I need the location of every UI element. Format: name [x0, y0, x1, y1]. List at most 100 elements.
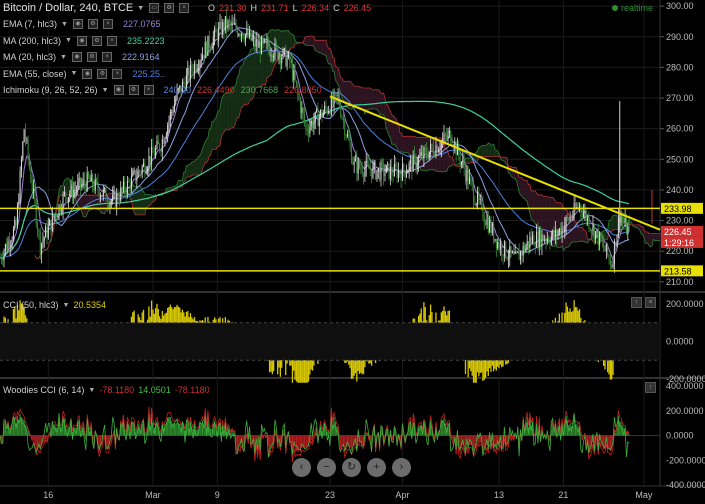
candle-body: [529, 237, 531, 247]
candle-body: [530, 237, 532, 242]
candle: [592, 215, 594, 236]
close-pane-icon[interactable]: ×: [645, 297, 656, 308]
candle-body: [100, 196, 102, 198]
move-pane-up-icon[interactable]: ↑: [631, 297, 642, 308]
cloud-segment: [222, 94, 225, 134]
candle-body: [39, 230, 41, 255]
candle-body: [605, 244, 607, 252]
eye-icon[interactable]: ◉: [72, 19, 83, 29]
move-pane-up-icon[interactable]: ↑: [645, 382, 656, 393]
candle: [432, 139, 434, 157]
candle: [530, 228, 532, 245]
cloud-segment: [181, 180, 183, 188]
cloud-segment: [142, 191, 144, 215]
woodies-value-3: -78.1180: [174, 385, 210, 395]
dropdown-caret-icon[interactable]: ▼: [60, 54, 67, 61]
cloud-segment: [380, 93, 383, 115]
close-icon[interactable]: ×: [106, 35, 117, 46]
chevron-right-icon[interactable]: ›: [392, 458, 411, 477]
cloud-segment: [657, 233, 659, 241]
plus-icon[interactable]: +: [367, 458, 386, 477]
candle-body: [387, 163, 389, 166]
candle-body: [585, 210, 587, 221]
candle-body: [208, 35, 210, 48]
candle-body: [51, 214, 53, 231]
candle: [285, 44, 287, 68]
time-tick-label: 13: [494, 490, 504, 500]
candle: [487, 210, 489, 235]
candle: [510, 246, 512, 258]
candle: [140, 169, 142, 178]
close-icon[interactable]: ×: [143, 85, 154, 95]
settings-icon[interactable]: ⚙: [164, 3, 175, 13]
dropdown-caret-icon[interactable]: ▼: [137, 5, 144, 12]
dropdown-caret-icon[interactable]: ▼: [65, 37, 72, 44]
indicator-row[interactable]: MA (20, hlc3) ▼ ◉ ⚙ × 222.9164: [3, 52, 160, 62]
candle: [58, 203, 60, 221]
candle-body: [589, 228, 591, 230]
compare-icon[interactable]: ▭: [149, 3, 160, 13]
cci-name[interactable]: CCI (50, hlc3): [3, 300, 59, 310]
indicator-name[interactable]: EMA (7, hlc3): [3, 19, 57, 29]
candle: [377, 167, 379, 180]
chevron-left-icon[interactable]: ‹: [292, 458, 311, 477]
symbol-title[interactable]: Bitcoin / Dollar, 240, BTCE: [3, 2, 133, 14]
dropdown-caret-icon[interactable]: ▼: [71, 70, 78, 77]
candle-body: [14, 220, 16, 229]
indicator-name[interactable]: Ichimoku (9, 26, 52, 26): [3, 85, 98, 95]
settings-icon[interactable]: ⚙: [128, 85, 139, 95]
indicator-row[interactable]: EMA (7, hlc3) ▼ ◉ ⚙ × 227.0765: [3, 19, 161, 29]
candle: [167, 122, 169, 143]
indicator-row[interactable]: MA (200, hlc3) ▼ ◉ ⚙ × 235.2223: [3, 35, 165, 46]
candle: [616, 234, 618, 248]
indicator-row[interactable]: EMA (55, close) ▼ ◉ ⚙ × 225.25..: [3, 68, 165, 79]
candle-body: [74, 189, 76, 191]
candle: [302, 106, 304, 122]
candle-body: [477, 192, 479, 204]
candle: [282, 47, 284, 60]
dropdown-caret-icon[interactable]: ▼: [102, 87, 109, 94]
candle-body: [140, 171, 142, 174]
candle-body: [456, 143, 458, 156]
eye-icon[interactable]: ◉: [76, 35, 87, 46]
settings-icon[interactable]: ⚙: [97, 68, 108, 79]
candle: [486, 210, 488, 229]
dropdown-caret-icon[interactable]: ▼: [61, 21, 68, 28]
candle-body: [348, 134, 350, 141]
settings-icon[interactable]: ⚙: [86, 52, 97, 62]
dropdown-caret-icon[interactable]: ▼: [88, 387, 95, 394]
candle: [61, 203, 63, 216]
candle: [239, 31, 241, 41]
candle: [515, 250, 517, 255]
minus-icon[interactable]: −: [317, 458, 336, 477]
settings-icon[interactable]: ⚙: [91, 35, 102, 46]
indicator-name[interactable]: EMA (55, close): [3, 69, 67, 79]
reset-icon[interactable]: ↻: [342, 458, 361, 477]
candle-body: [117, 193, 119, 201]
close-icon[interactable]: ×: [112, 68, 123, 79]
close-icon[interactable]: ×: [101, 52, 112, 62]
indicator-name[interactable]: MA (200, hlc3): [3, 36, 61, 46]
candle: [310, 118, 312, 131]
candle-body: [57, 216, 59, 218]
woodies-name[interactable]: Woodies CCI (6, 14): [3, 385, 84, 395]
candle-body: [45, 226, 47, 238]
candle: [561, 221, 563, 243]
candle: [279, 52, 281, 72]
eye-icon[interactable]: ◉: [82, 68, 93, 79]
candle: [70, 179, 72, 198]
cci-band: [0, 322, 660, 361]
candle: [537, 222, 539, 250]
settings-icon[interactable]: ⚙: [87, 19, 98, 29]
candle-body: [401, 164, 403, 181]
indicator-row[interactable]: Ichimoku (9, 26, 52, 26) ▼ ◉ ⚙ × 240.00 226.44…: [3, 85, 322, 95]
candle: [349, 132, 351, 152]
indicator-name[interactable]: MA (20, hlc3): [3, 52, 56, 62]
eye-icon[interactable]: ◉: [71, 52, 82, 62]
candle: [588, 211, 590, 233]
close-icon[interactable]: ×: [102, 19, 113, 29]
dropdown-caret-icon[interactable]: ▼: [63, 302, 70, 309]
candle: [529, 231, 531, 254]
close-icon[interactable]: ×: [179, 3, 190, 13]
eye-icon[interactable]: ◉: [113, 85, 124, 95]
